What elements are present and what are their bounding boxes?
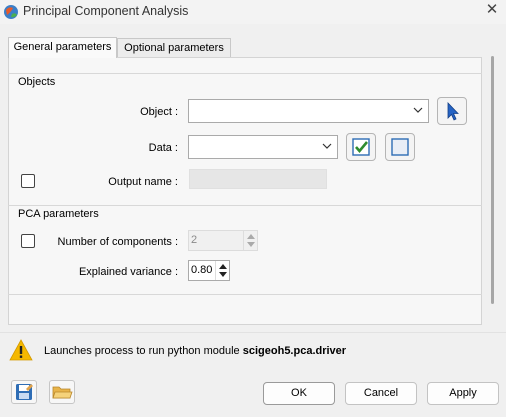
data-combo[interactable]	[188, 135, 338, 159]
save-icon	[16, 384, 33, 400]
window-title: Principal Component Analysis	[23, 4, 189, 18]
cancel-button[interactable]: Cancel	[345, 382, 417, 405]
explained-variance-value: 0.80	[191, 264, 213, 276]
scrollbar-thumb[interactable]	[491, 56, 494, 304]
sphere-icon	[4, 5, 18, 19]
explained-variance-label: Explained variance :	[78, 266, 178, 278]
warning-icon	[9, 339, 33, 361]
output-name-label: Output name :	[108, 176, 178, 188]
spin-arrows[interactable]	[215, 261, 229, 280]
object-label: Object :	[140, 106, 178, 118]
object-combo[interactable]	[188, 99, 429, 123]
num-components-spinbox[interactable]: 2	[188, 230, 258, 251]
objects-group-title: Objects	[18, 76, 56, 88]
output-name-checkbox[interactable]	[21, 174, 35, 188]
num-components-value: 2	[191, 234, 198, 246]
spin-arrows[interactable]	[243, 231, 257, 250]
select-object-button[interactable]	[437, 97, 467, 125]
check-all-button[interactable]	[346, 133, 376, 161]
vertical-scrollbar[interactable]	[488, 40, 498, 332]
folder-open-icon	[52, 386, 73, 399]
num-components-label: Number of components :	[57, 236, 178, 248]
data-label: Data :	[148, 142, 178, 154]
info-message: Launches process to run python module sc…	[44, 345, 346, 357]
info-message-text: Launches process to run python module	[44, 345, 243, 357]
uncheck-all-button[interactable]	[385, 133, 415, 161]
pca-group-title: PCA parameters	[18, 208, 99, 220]
tab-general-parameters[interactable]: General parameters	[8, 37, 117, 58]
apply-button[interactable]: Apply	[427, 382, 499, 405]
check-all-icon	[352, 138, 370, 156]
close-icon[interactable]: ✕	[478, 0, 506, 22]
chevron-down-icon	[413, 107, 423, 113]
explained-variance-spinbox[interactable]: 0.80	[188, 260, 230, 281]
num-components-checkbox[interactable]	[21, 234, 35, 248]
title-bar: Principal Component Analysis ✕	[0, 0, 506, 24]
footer: OK Cancel Apply	[0, 370, 506, 417]
open-button[interactable]	[49, 380, 75, 404]
save-button[interactable]	[11, 380, 37, 404]
uncheck-all-icon	[391, 138, 409, 156]
output-name-field[interactable]	[189, 169, 327, 189]
ok-button[interactable]: OK	[263, 382, 335, 405]
tab-optional-parameters[interactable]: Optional parameters	[117, 38, 231, 57]
cursor-pick-icon	[447, 102, 459, 121]
chevron-down-icon	[322, 143, 332, 149]
info-bar: Launches process to run python module sc…	[0, 332, 506, 367]
info-module-name: scigeoh5.pca.driver	[242, 345, 347, 357]
